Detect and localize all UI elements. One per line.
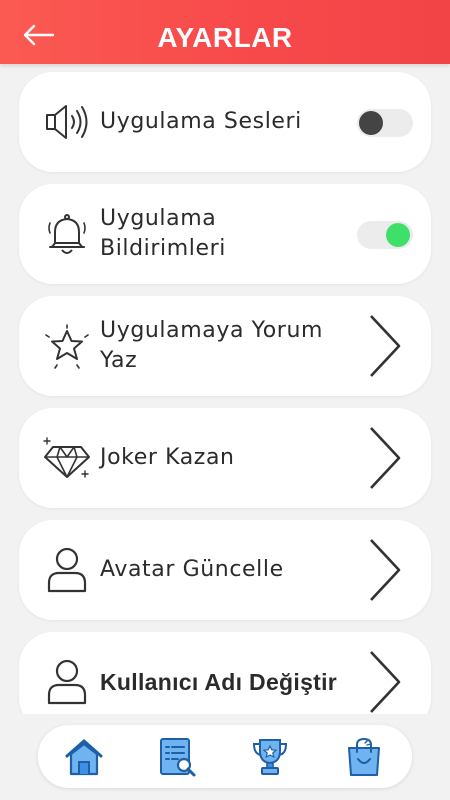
sounds-toggle[interactable] <box>357 109 413 137</box>
speaker-icon <box>41 96 93 148</box>
notifications-label: Uygulama Bildirimleri <box>100 206 226 261</box>
chevron-right-icon <box>370 539 401 601</box>
change-username-label: Kullanıcı Adı Değiştir <box>100 669 338 695</box>
notifications-setting-row[interactable]: Uygulama Bildirimleri <box>19 184 431 284</box>
chevron-right-icon <box>370 651 401 713</box>
home-icon <box>65 739 103 776</box>
notifications-toggle[interactable] <box>357 221 413 249</box>
change-username-row[interactable]: Kullanıcı Adı Değiştir <box>19 632 431 714</box>
sounds-label: Uygulama Sesleri <box>100 109 302 134</box>
star-icon <box>41 320 93 372</box>
earn-joker-row[interactable]: Joker Kazan <box>19 408 431 508</box>
write-review-row[interactable]: Uygulamaya Yorum Yaz <box>19 296 431 396</box>
nav-home-button[interactable] <box>60 733 108 781</box>
nav-questions-button[interactable] <box>153 733 201 781</box>
app-header <box>0 0 450 64</box>
toggle-knob <box>386 223 410 247</box>
settings-list: Uygulama Sesleri Uygulama Bildirimleri U… <box>0 64 450 714</box>
chevron-right-icon <box>370 427 401 489</box>
bell-icon <box>41 208 93 260</box>
trophy-icon <box>252 739 288 775</box>
user-icon <box>41 656 93 708</box>
back-button[interactable] <box>18 18 58 52</box>
user-icon <box>41 544 93 596</box>
write-review-label: Uygulamaya Yorum Yaz <box>100 318 324 373</box>
nav-leaderboard-button[interactable] <box>246 733 294 781</box>
diamond-icon <box>41 432 93 484</box>
toggle-knob <box>359 111 383 135</box>
nav-shop-button[interactable] <box>340 733 388 781</box>
sounds-setting-row[interactable]: Uygulama Sesleri <box>19 72 431 172</box>
update-avatar-label: Avatar Güncelle <box>100 557 284 582</box>
bottom-navigation <box>38 725 412 788</box>
search-list-icon <box>160 738 196 777</box>
update-avatar-row[interactable]: Avatar Güncelle <box>19 520 431 620</box>
arrow-left-icon <box>23 24 55 46</box>
chevron-right-icon <box>370 315 401 377</box>
shopping-bag-icon <box>348 737 380 776</box>
earn-joker-label: Joker Kazan <box>100 445 235 470</box>
